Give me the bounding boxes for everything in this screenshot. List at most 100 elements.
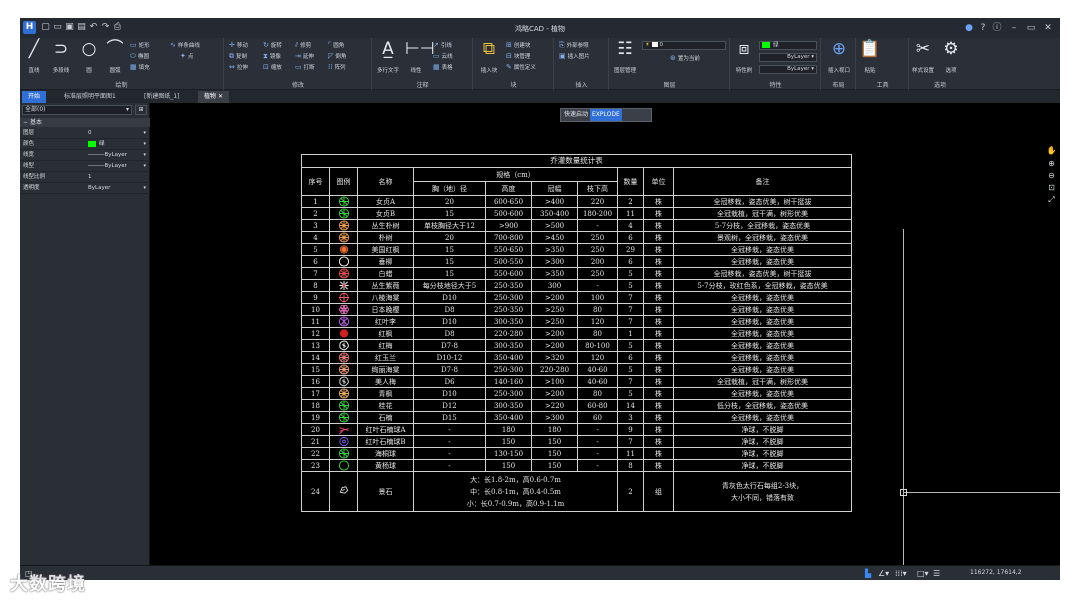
rect-icon: ▭ (130, 41, 137, 49)
tab-lighting-plan[interactable]: 标准层照明平面图1 (58, 91, 122, 103)
set-current-layer-button[interactable]: ⊛ 置为当前 (670, 54, 700, 62)
move-button[interactable]: ✛ 移动 (229, 41, 248, 49)
cell-name: 红梅 (357, 339, 414, 352)
stretch-button[interactable]: ⇔ 拉伸 (229, 63, 248, 71)
trim-button[interactable]: ⫽ 修剪 (295, 41, 311, 50)
close-icon[interactable]: ✕ (1042, 22, 1054, 34)
leader-button[interactable]: ↗ 引线 (433, 41, 452, 49)
xref-button[interactable]: ⎘ 外部参照 (559, 41, 589, 50)
insert-block-icon[interactable]: ⧉ (478, 40, 500, 58)
layer-combo[interactable]: ☀ 0 (642, 41, 726, 50)
options-button[interactable]: 选项 (940, 66, 962, 74)
ellipse-button[interactable]: ⬭ 椭圆 (130, 52, 149, 61)
prop-row-layer[interactable]: 图层 0 ▾ (20, 128, 150, 139)
info-icon[interactable]: ⓘ (991, 22, 1003, 34)
gear-icon[interactable]: ⚙ (940, 40, 962, 58)
app-window: H ▢ ▭ ▣ ▤ ↶ ↷ ⎙ 鸿略CAD - 植物 ● ? ⓘ – ▭ ✕ ╱… (20, 18, 1060, 580)
extend-button[interactable]: ⇥ 延伸 (295, 52, 314, 60)
cell-crown: >200 (531, 327, 578, 340)
copy-button[interactable]: ⧉ 复制 (229, 52, 247, 61)
grid-toggle-icon[interactable]: ⁞⁞⁞▾ (895, 568, 907, 579)
match-prop-icon[interactable]: ⧈ (733, 40, 755, 58)
section-basic[interactable]: − 基本 (20, 118, 150, 127)
zoom-out-icon[interactable]: ⊖ (1046, 170, 1057, 181)
polyline-icon[interactable]: ⊃ (50, 40, 72, 58)
table-button[interactable]: ▦ 表格 (433, 63, 453, 71)
cell-legend (329, 387, 358, 400)
match-prop-button[interactable]: 特性刷 (731, 66, 757, 74)
layer-manager-button[interactable]: 图层管理 (610, 66, 640, 74)
viewport-icon[interactable]: ⊕ (828, 40, 850, 58)
fillet-button[interactable]: ⌜ 圆角 (328, 41, 344, 49)
insert-block-button[interactable]: 插入块 (474, 66, 504, 74)
line-button[interactable]: 直线 (22, 66, 46, 74)
prop-row-linetype[interactable]: 线型 ―――ByLayer ▾ (20, 161, 150, 172)
osnap-toggle-icon[interactable]: □▾ (917, 568, 929, 579)
cloud-button[interactable]: ▭ 云线 (433, 52, 453, 60)
style-settings-button[interactable]: 样式设置 (910, 66, 936, 74)
cell-branch: 100 (577, 291, 618, 304)
cell-qty: 11 (617, 207, 644, 220)
polyline-button[interactable]: 多段线 (48, 66, 74, 74)
tab-new-drawing[interactable]: [新建图纸_1] (138, 91, 186, 103)
cell-branch: - (577, 219, 618, 232)
dimension-icon[interactable]: ⊢⊣ (405, 40, 435, 58)
help-icon[interactable]: ? (977, 22, 989, 34)
zoom-window-icon[interactable]: ⊡ (1046, 182, 1057, 193)
zoom-extents-icon[interactable]: ⤢ (1046, 194, 1057, 205)
prop-row-transparency[interactable]: 透明度 ByLayer ▾ (20, 183, 150, 194)
mtext-button[interactable]: 多行文字 (373, 66, 403, 74)
polar-tracking-icon[interactable]: ∠▾ (878, 568, 889, 579)
fill-button[interactable]: ▦ 填充 (130, 63, 150, 71)
menu-icon[interactable]: ☰ (933, 568, 940, 579)
paste-icon[interactable]: 📋 (859, 40, 881, 58)
cell-branch: 80 (577, 303, 618, 316)
snap-toggle-icon[interactable]: ▙ (865, 568, 871, 579)
linetype-combo[interactable]: ByLayer ▾ (759, 53, 817, 62)
prop-row-color[interactable]: 颜色绿 ▾ (20, 139, 150, 150)
prop-row-lineweight[interactable]: 线宽 ―――ByLayer ▾ (20, 150, 150, 161)
create-block-button[interactable]: ⊞ 创建块 (506, 41, 530, 49)
line-icon[interactable]: ╱ (24, 40, 44, 58)
paste-button[interactable]: 粘贴 (857, 66, 883, 74)
block-manage-button[interactable]: ⊟ 块管理 (506, 52, 530, 60)
dimension-button[interactable]: 线性 (405, 66, 427, 74)
zoom-in-icon[interactable]: ⊕ (1046, 158, 1057, 169)
mirror-button[interactable]: ⧗ 镜像 (263, 52, 281, 61)
chamfer-button[interactable]: ◸ 倒角 (328, 52, 346, 60)
layer-manager-icon[interactable]: ☷ (614, 40, 636, 58)
scale-button[interactable]: ⊡ 缩放 (263, 63, 282, 71)
tab-start[interactable]: 开始 (22, 91, 47, 103)
prop-row-linetype-scale[interactable]: 线型比例 1 (20, 172, 150, 183)
attdef-button[interactable]: ✎ 属性定义 (506, 63, 536, 71)
color-combo[interactable]: 绿 (759, 41, 817, 50)
rotate-button[interactable]: ↻ 旋转 (263, 41, 282, 49)
arc-icon[interactable]: ⌒ (104, 40, 126, 58)
selection-combo[interactable]: 全部(0) ▾ (22, 105, 132, 115)
break-button[interactable]: ▭ 打断 (295, 63, 315, 71)
style-settings-icon[interactable]: ✂ (912, 40, 934, 58)
cell-no: 6 (301, 255, 330, 268)
pan-hand-icon[interactable]: ✋ (1046, 145, 1057, 156)
array-button[interactable]: ⁞⁞ 阵列 (328, 63, 345, 71)
sun-icon: ☀ (645, 42, 652, 48)
circle-button[interactable]: 圆 (78, 66, 100, 74)
user-icon[interactable]: ● (963, 22, 975, 34)
point-button[interactable]: ✦ 点 (180, 52, 193, 60)
lineweight-combo[interactable]: ByLayer ▾ (759, 65, 817, 74)
drawing-canvas[interactable]: 快速启动 EXPLODE 乔灌数量统计表 序号 图例 名称 规格（cm） 数量 单… (151, 103, 1060, 565)
rect-button[interactable]: ▭ 矩形 (130, 41, 150, 49)
command-input[interactable]: EXPLODE (590, 109, 622, 121)
command-bar[interactable]: 快速启动 EXPLODE (560, 108, 652, 122)
tab-close-icon[interactable]: ✕ (218, 93, 223, 100)
arc-button[interactable]: 圆弧 (104, 66, 126, 74)
spline-button[interactable]: ∿ 样条曲线 (170, 41, 200, 49)
maximize-icon[interactable]: ▭ (1025, 22, 1037, 34)
quick-select-icon[interactable]: ⊞ (135, 105, 147, 115)
mtext-icon[interactable]: A̲ (377, 40, 399, 58)
circle-icon[interactable]: ○ (78, 40, 100, 58)
minimize-icon[interactable]: – (1008, 22, 1020, 34)
insert-viewport-button[interactable]: 插入视口 (822, 66, 856, 74)
insert-image-button[interactable]: ▣ 插入图片 (559, 52, 590, 60)
tab-plants[interactable]: 植物 ✕ (198, 91, 229, 103)
